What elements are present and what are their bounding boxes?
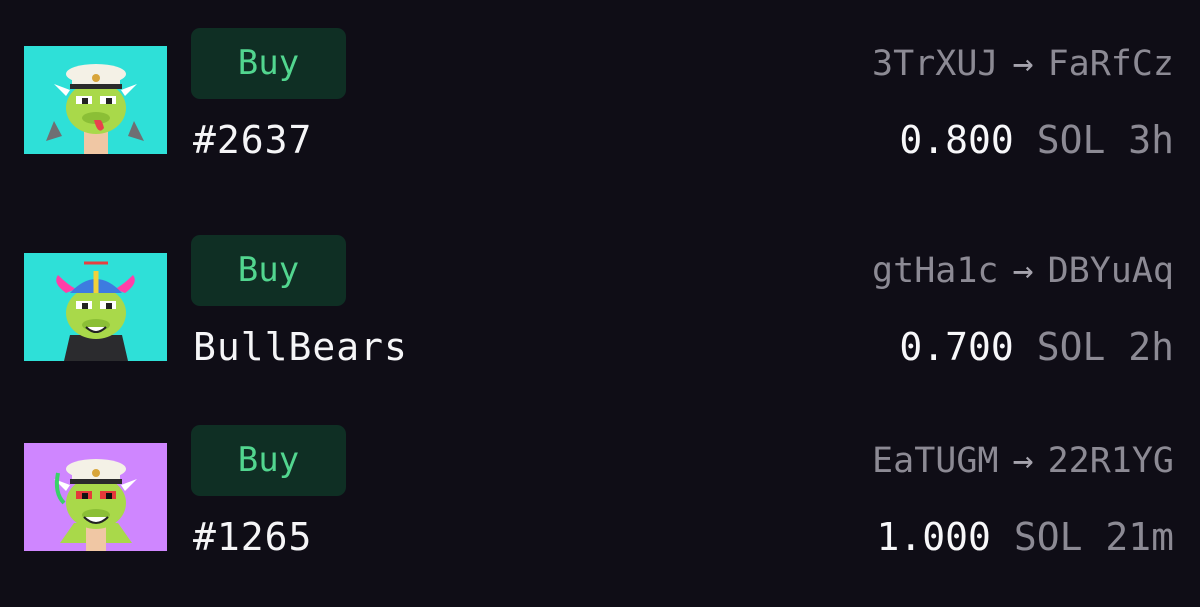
transfer-line: EaTUGM → 22R1YG <box>872 439 1174 483</box>
currency-label: SOL <box>1036 325 1106 369</box>
sale-age: 3h <box>1128 118 1174 162</box>
currency-label: SOL <box>1036 118 1106 162</box>
arrow-right-icon: → <box>1012 441 1034 481</box>
nft-name[interactable]: #1265 <box>193 515 312 559</box>
to-address[interactable]: DBYuAq <box>1048 251 1174 291</box>
from-address[interactable]: 3TrXUJ <box>872 44 998 84</box>
sale-age: 2h <box>1128 325 1174 369</box>
sale-price: 0.700 <box>899 325 1014 369</box>
transfer-line: 3TrXUJ → FaRfCz <box>872 42 1174 86</box>
arrow-right-icon: → <box>1012 251 1034 291</box>
from-address[interactable]: EaTUGM <box>872 441 998 481</box>
to-address[interactable]: 22R1YG <box>1048 441 1174 481</box>
price-line: 0.800 SOL 3h <box>899 118 1174 162</box>
buy-button[interactable]: Buy <box>191 425 346 496</box>
nft-thumbnail[interactable] <box>24 443 167 551</box>
to-address[interactable]: FaRfCz <box>1048 44 1174 84</box>
price-line: 0.700 SOL 2h <box>899 325 1174 369</box>
currency-label: SOL <box>1013 515 1083 559</box>
buy-button[interactable]: Buy <box>191 235 346 306</box>
sale-row: Buy BullBears gtHa1c → DBYuAq 0.700 SOL 2h <box>0 235 1200 369</box>
arrow-right-icon: → <box>1012 44 1034 84</box>
nft-thumbnail[interactable] <box>24 46 167 154</box>
nft-name[interactable]: BullBears <box>193 325 408 369</box>
buy-button[interactable]: Buy <box>191 28 346 99</box>
bull-nft-image <box>24 443 167 551</box>
sale-age: 21m <box>1105 515 1174 559</box>
sale-price: 1.000 <box>876 515 991 559</box>
price-line: 1.000 SOL 21m <box>877 515 1174 559</box>
sale-price: 0.800 <box>899 118 1014 162</box>
sale-row: Buy #2637 3TrXUJ → FaRfCz 0.800 SOL 3h <box>0 28 1200 162</box>
nft-name[interactable]: #2637 <box>193 118 312 162</box>
sale-row: Buy #1265 EaTUGM → 22R1YG 1.000 SOL 21m <box>0 425 1200 559</box>
bull-nft-image <box>24 253 167 361</box>
from-address[interactable]: gtHa1c <box>872 251 998 291</box>
nft-thumbnail[interactable] <box>24 253 167 361</box>
transfer-line: gtHa1c → DBYuAq <box>872 249 1174 293</box>
bull-nft-image <box>24 46 167 154</box>
